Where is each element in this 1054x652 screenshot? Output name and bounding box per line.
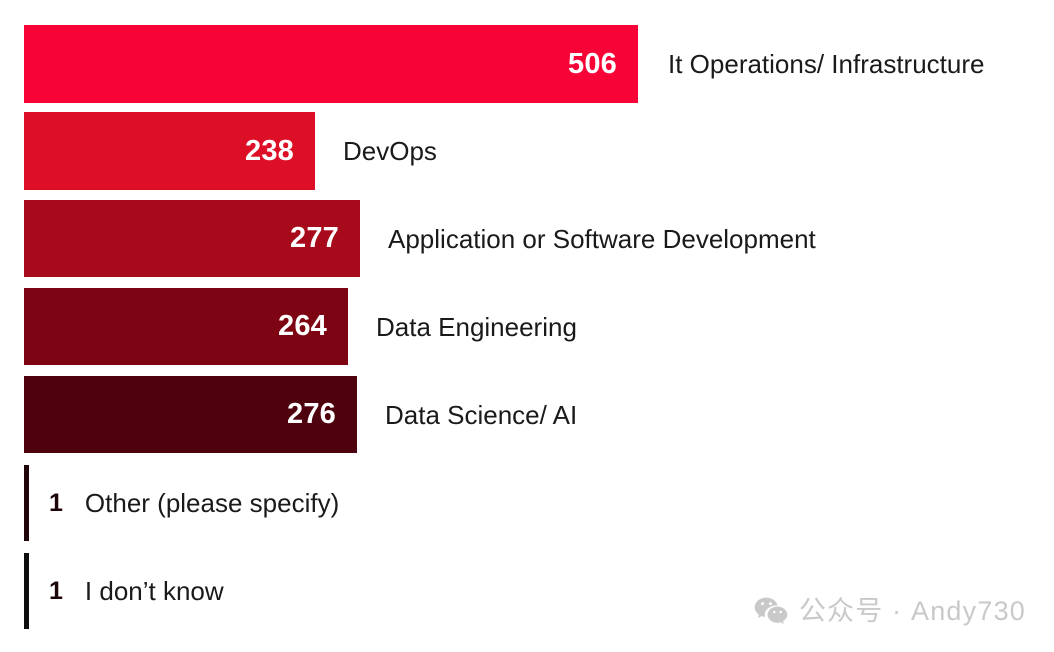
bar-row: 238 DevOps bbox=[24, 112, 437, 190]
bar-value: 264 bbox=[278, 310, 327, 342]
bar-value: 277 bbox=[290, 222, 339, 254]
bar-data-science-ai[interactable]: 276 bbox=[24, 376, 357, 453]
bar-row: 264 Data Engineering bbox=[24, 288, 577, 365]
bar-label: Data Engineering bbox=[376, 311, 577, 342]
bar-value: 238 bbox=[245, 134, 294, 167]
bar-row: 506 It Operations/ Infrastructure bbox=[24, 25, 984, 103]
bar-row: 1 Other (please specify) bbox=[24, 465, 339, 541]
bar-application-or-software-development[interactable]: 277 bbox=[24, 200, 360, 277]
bar-it-operations-infrastructure[interactable]: 506 bbox=[24, 25, 638, 103]
bar-label: DevOps bbox=[343, 136, 437, 166]
bar-data-engineering[interactable]: 264 bbox=[24, 288, 348, 365]
bar-value: 276 bbox=[287, 398, 336, 430]
bar-row: 277 Application or Software Development bbox=[24, 200, 816, 277]
bar-row: 276 Data Science/ AI bbox=[24, 376, 577, 453]
bar-row: 1 I don’t know bbox=[24, 553, 224, 629]
bar-label: Data Science/ AI bbox=[385, 399, 578, 430]
chart-plot-area: 506 It Operations/ Infrastructure 238 De… bbox=[0, 0, 1054, 652]
bar-value: 506 bbox=[568, 47, 617, 80]
bar-devops[interactable]: 238 bbox=[24, 112, 315, 190]
bar-label: It Operations/ Infrastructure bbox=[668, 49, 985, 79]
bar-value: 1 bbox=[49, 488, 63, 517]
bar-label: I don’t know bbox=[84, 576, 224, 606]
bar-label: Other (please specify) bbox=[84, 488, 340, 518]
bar-value: 1 bbox=[49, 576, 63, 605]
horizontal-bar-chart: 506 It Operations/ Infrastructure 238 De… bbox=[0, 0, 1054, 652]
bar-label: Application or Software Development bbox=[388, 223, 816, 254]
